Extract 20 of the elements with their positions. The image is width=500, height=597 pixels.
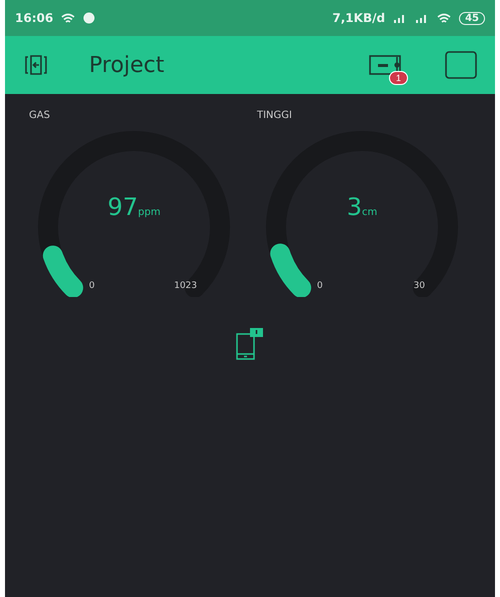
back-button[interactable] [23,54,49,76]
gauge-value: 97 [108,193,138,221]
battery-level: 45 [459,12,485,24]
gauge-label: TINGGI [257,110,292,121]
notification-badge: 1 [389,71,408,85]
gauge-min: 0 [89,281,95,291]
gauge-label: GAS [29,110,50,121]
gauge-max: 30 [414,281,425,291]
gauge-unit: ppm [138,207,160,218]
status-time: 16:06 [15,11,54,25]
gauge-min: 0 [317,281,323,291]
wifi-icon [437,13,452,23]
gauge-value: 3 [346,193,362,221]
square-button[interactable] [445,51,477,79]
gauge-unit: cm [362,207,378,218]
gauge-max: 1023 [174,281,197,291]
network-speed: 7,1KB/d [332,11,386,25]
project-title: Project [89,52,164,78]
wifi-icon [61,13,76,23]
phone-icon[interactable] [235,327,265,361]
